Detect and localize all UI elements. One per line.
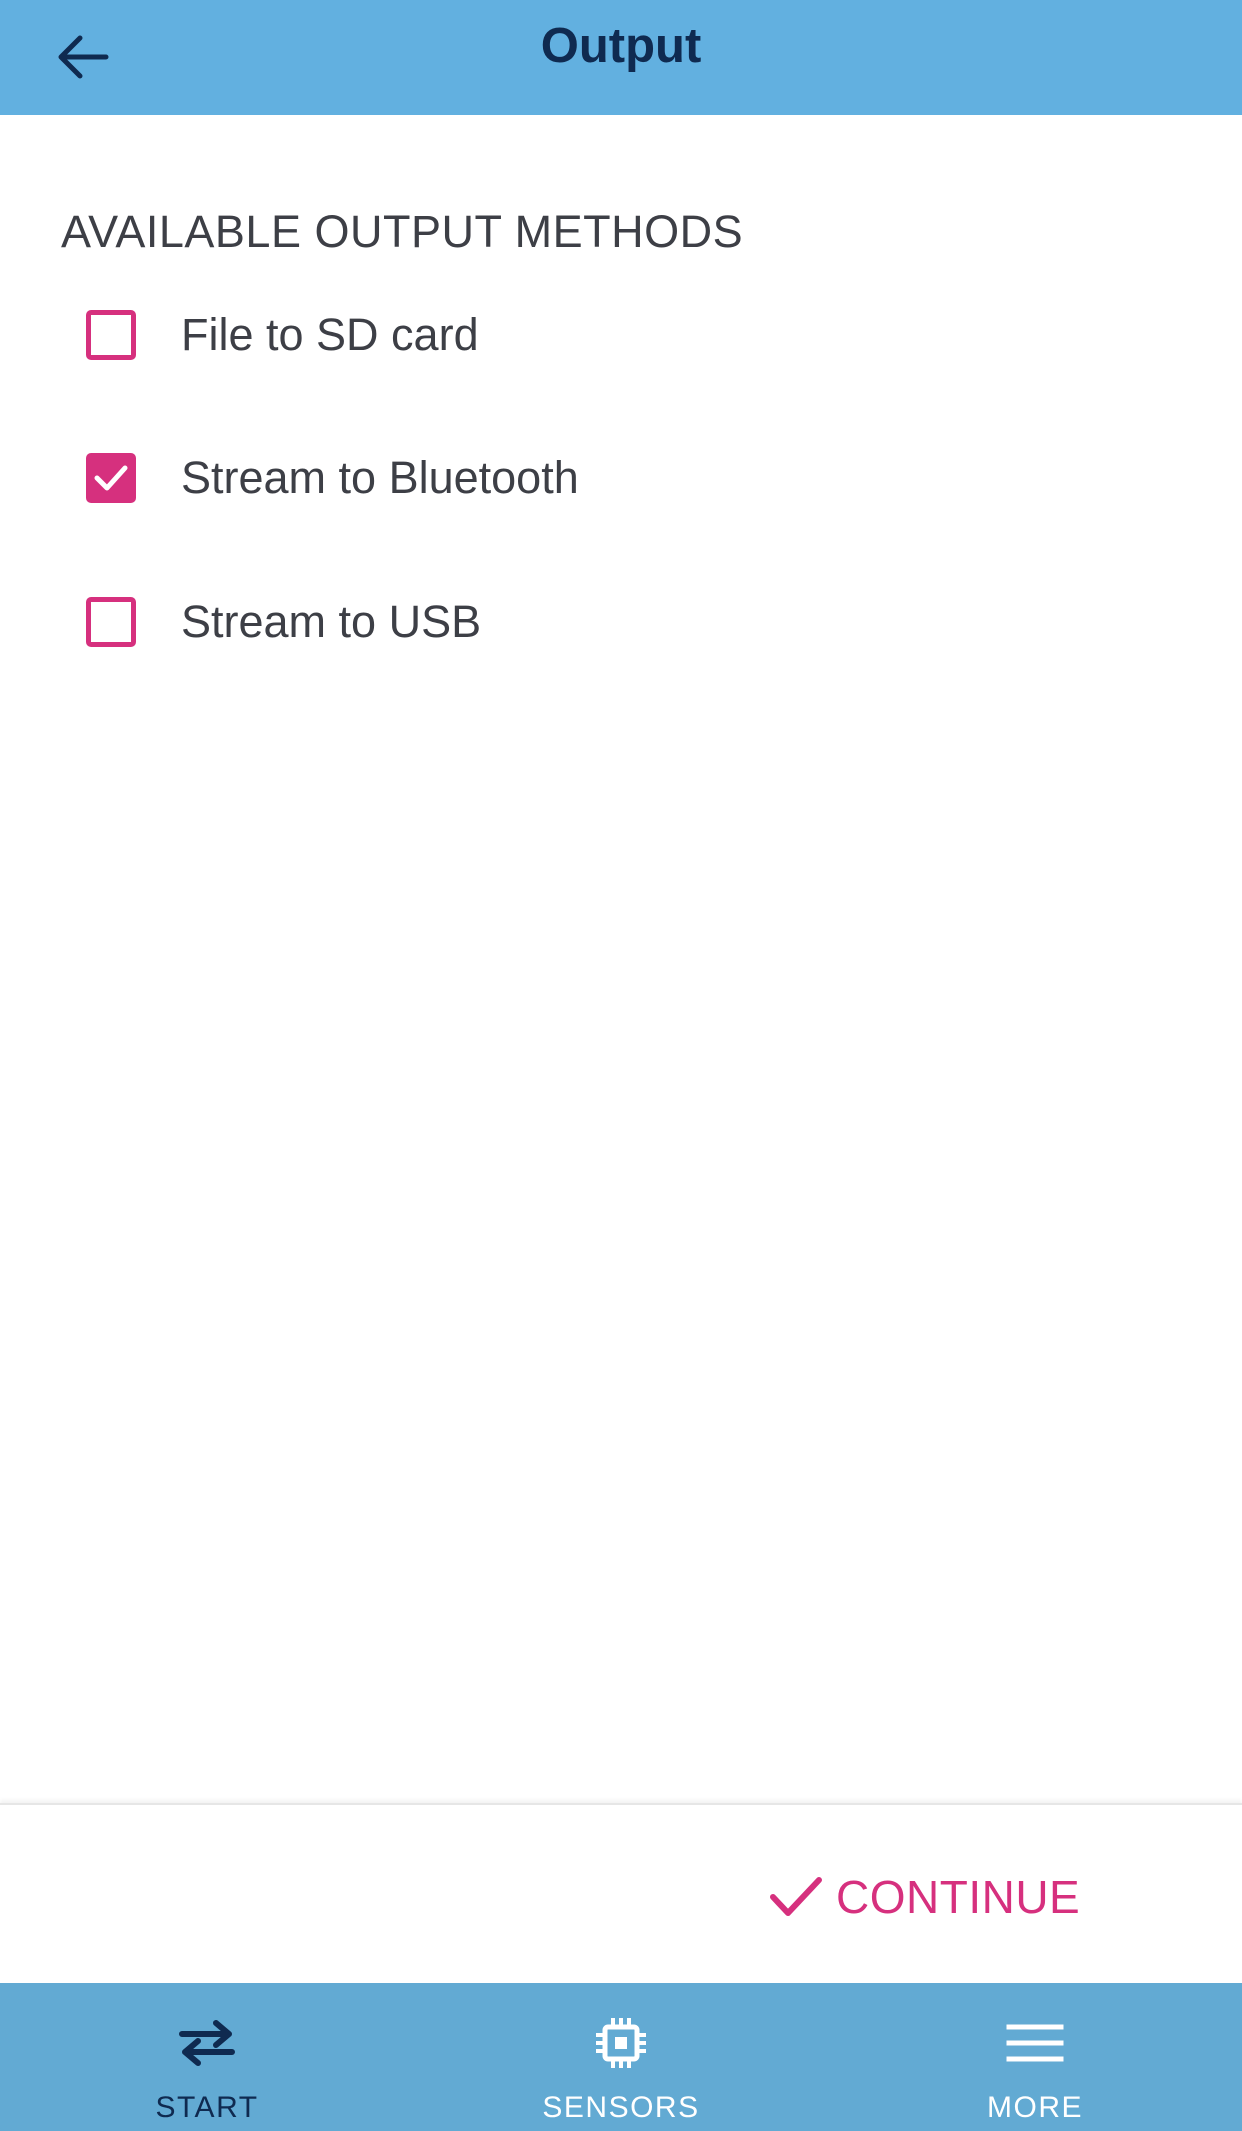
- option-stream-to-bluetooth[interactable]: Stream to Bluetooth: [80, 433, 579, 523]
- app-screen: Output AVAILABLE OUTPUT METHODS File to …: [0, 0, 1242, 2131]
- check-icon: [770, 1877, 822, 1916]
- menu-icon: [1005, 2013, 1065, 2073]
- nav-item-more[interactable]: MORE: [828, 1983, 1242, 2131]
- nav-label-start: START: [155, 2091, 259, 2124]
- checkbox-stream-to-usb[interactable]: [86, 597, 136, 647]
- nav-label-more: MORE: [987, 2091, 1083, 2124]
- chip-icon: [591, 2013, 651, 2073]
- option-label: Stream to USB: [181, 596, 482, 647]
- check-icon: [94, 465, 128, 491]
- option-stream-to-usb[interactable]: Stream to USB: [80, 577, 481, 667]
- option-label: File to SD card: [181, 309, 479, 360]
- checkbox-file-to-sd-card[interactable]: [86, 310, 136, 360]
- swap-arrows-icon: [177, 2013, 237, 2073]
- option-label: Stream to Bluetooth: [181, 452, 579, 503]
- nav-label-sensors: SENSORS: [542, 2091, 700, 2124]
- section-heading: AVAILABLE OUTPUT METHODS: [61, 206, 744, 257]
- bottom-nav: START SENSORS MORE: [0, 1983, 1242, 2131]
- nav-item-start[interactable]: START: [0, 1983, 414, 2131]
- page-title: Output: [540, 19, 702, 73]
- checkbox-stream-to-bluetooth[interactable]: [86, 453, 136, 503]
- action-bar: CONTINUE: [0, 1803, 1242, 1985]
- continue-button[interactable]: CONTINUE: [768, 1857, 1080, 1937]
- continue-label: CONTINUE: [836, 1871, 1081, 1923]
- nav-item-sensors[interactable]: SENSORS: [414, 1983, 828, 2131]
- option-file-to-sd-card[interactable]: File to SD card: [80, 290, 479, 380]
- top-app-bar: Output: [0, 0, 1242, 115]
